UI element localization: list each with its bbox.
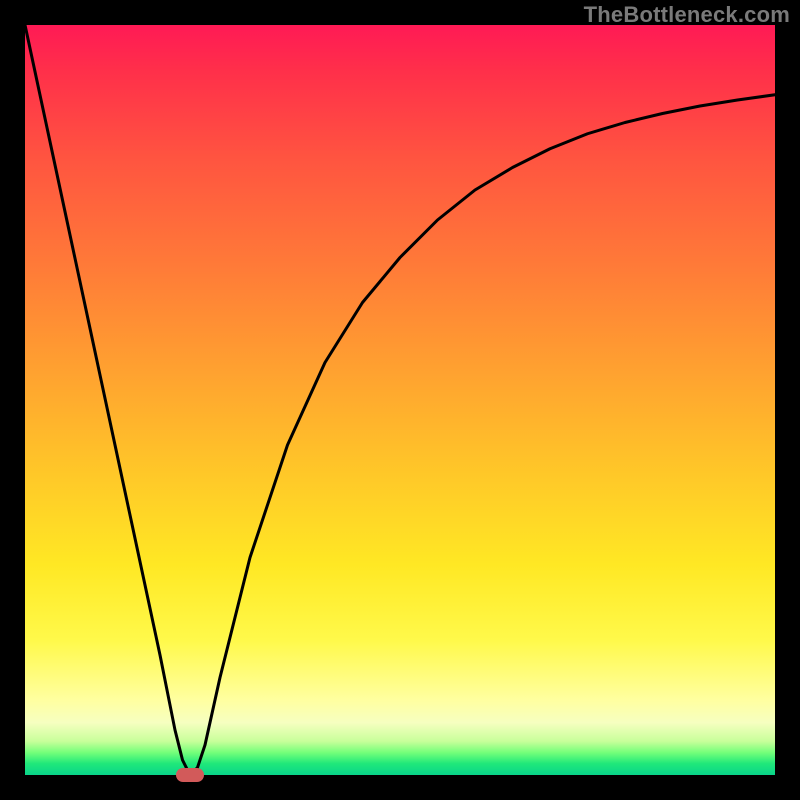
watermark-text: TheBottleneck.com — [584, 2, 790, 28]
plot-area — [25, 25, 775, 775]
chart-frame: TheBottleneck.com — [0, 0, 800, 800]
optimal-marker — [176, 768, 204, 782]
bottleneck-curve — [25, 25, 775, 775]
curve-svg — [25, 25, 775, 775]
